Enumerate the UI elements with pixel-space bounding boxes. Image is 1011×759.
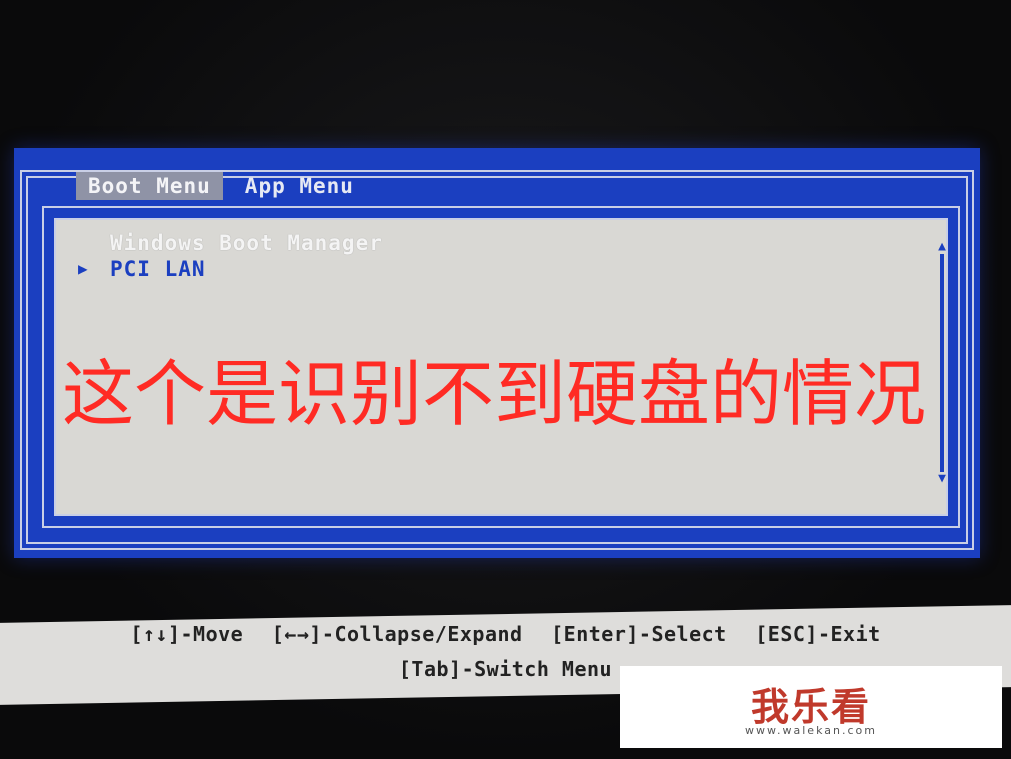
- boot-item-label: Windows Boot Manager: [110, 231, 383, 255]
- boot-item-pci-lan[interactable]: ▶ PCI LAN: [76, 256, 383, 282]
- site-watermark: 我乐看 www.walekan.com: [620, 666, 1002, 748]
- help-collapse-expand: [←→]-Collapse/Expand: [271, 622, 523, 646]
- help-select: [Enter]-Select: [551, 622, 727, 646]
- boot-item-label: PCI LAN: [110, 257, 206, 281]
- red-annotation-text: 这个是识别不到硬盘的情况: [62, 352, 927, 436]
- help-move: [↑↓]-Move: [130, 622, 244, 646]
- scroll-down-arrow-icon[interactable]: ▼: [935, 472, 949, 486]
- tab-boot-menu[interactable]: Boot Menu: [76, 172, 223, 200]
- boot-device-list: Windows Boot Manager ▶ PCI LAN: [76, 230, 383, 282]
- menu-tabs: Boot Menu App Menu: [76, 172, 366, 202]
- watermark-url: www.walekan.com: [745, 724, 877, 737]
- help-exit: [ESC]-Exit: [755, 622, 881, 646]
- watermark-logo: 我乐看: [750, 685, 871, 729]
- help-line-1: [↑↓]-Move [←→]-Collapse/Expand [Enter]-S…: [0, 622, 1011, 646]
- selection-pointer-icon: ▶: [78, 259, 89, 278]
- tab-app-menu[interactable]: App Menu: [233, 172, 366, 200]
- scroll-up-arrow-icon[interactable]: ▲: [935, 240, 949, 254]
- boot-item-windows-boot-manager[interactable]: Windows Boot Manager: [76, 230, 383, 256]
- help-switch-menu: [Tab]-Switch Menu: [398, 657, 613, 681]
